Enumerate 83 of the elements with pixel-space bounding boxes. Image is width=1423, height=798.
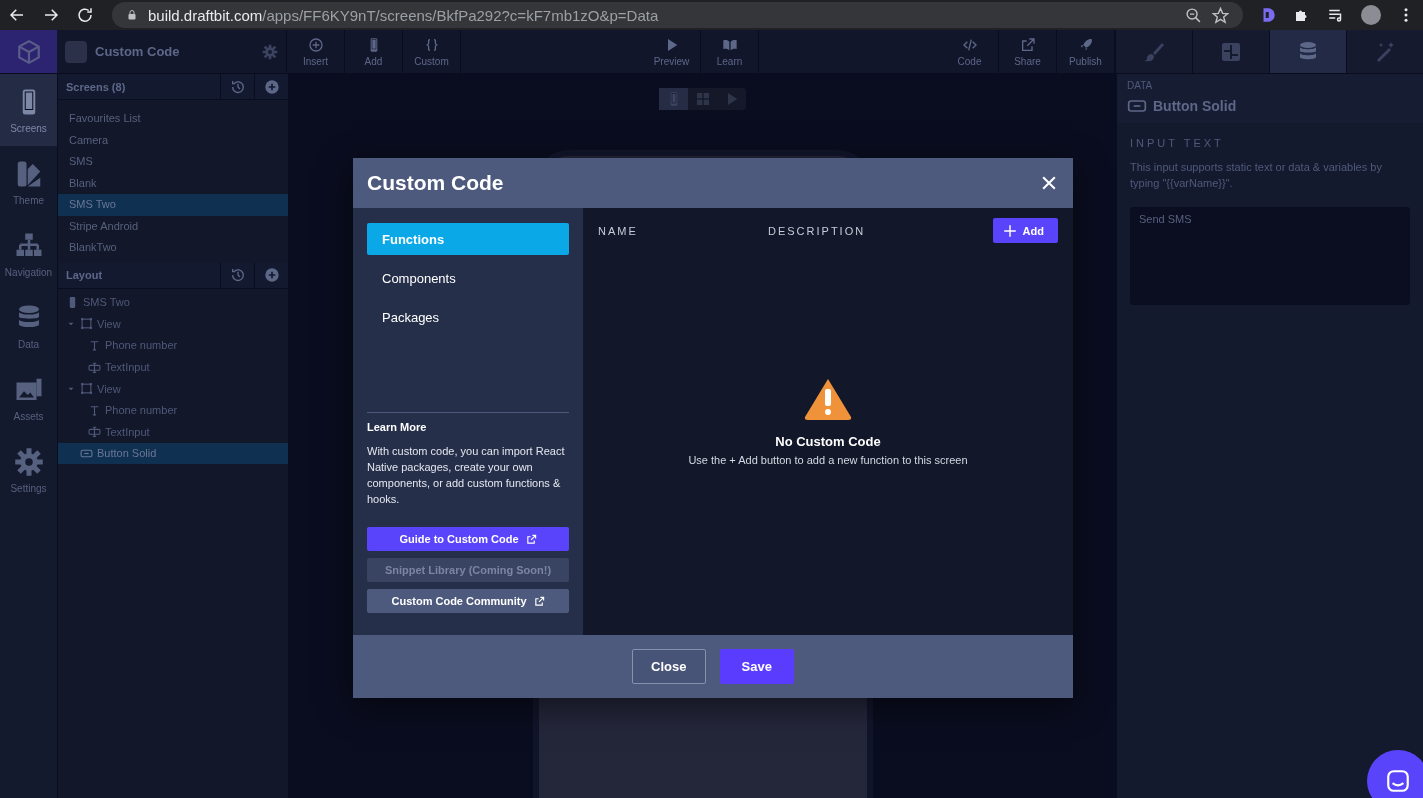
- save-button[interactable]: Save: [719, 649, 794, 684]
- cube-icon: [15, 38, 42, 65]
- nav-item[interactable]: Components: [367, 262, 569, 294]
- grid-icon: [694, 91, 711, 107]
- panel-title: Layout: [65, 269, 103, 281]
- input-field[interactable]: Send SMS: [1130, 207, 1410, 305]
- toolbar-button[interactable]: Learn: [701, 30, 759, 73]
- section-label: DATA: [1127, 80, 1154, 91]
- layer-item[interactable]: SMS Two: [58, 291, 288, 314]
- add-icon[interactable]: [263, 78, 280, 95]
- empty-state-text: Use the + Add button to add a new function to this screen: [688, 454, 968, 466]
- toolbar-button[interactable]: Insert: [287, 30, 345, 73]
- layer-item[interactable]: TextInput: [58, 356, 288, 378]
- toolbar-button[interactable]: Add: [345, 30, 403, 73]
- modal-title: Custom Code: [367, 171, 504, 195]
- avatar[interactable]: [1361, 5, 1381, 25]
- forward-icon[interactable]: [42, 6, 60, 24]
- screen-item[interactable]: Camera: [58, 129, 288, 151]
- settings-icon: [13, 446, 44, 477]
- text-input-icon: [88, 360, 101, 374]
- bookmark-star-icon[interactable]: [1212, 6, 1229, 24]
- help-text: This input supports static text or data & variables by typing "{{varName}}".: [1130, 160, 1383, 191]
- close-button[interactable]: Close: [632, 649, 706, 684]
- reload-icon[interactable]: [76, 6, 94, 24]
- add-button[interactable]: Add: [992, 218, 1058, 243]
- layer-item[interactable]: View: [58, 313, 288, 335]
- sidebar-item[interactable]: Data: [0, 290, 57, 362]
- component-title: Button Solid: [1153, 98, 1237, 114]
- zoom-out-icon[interactable]: [1185, 6, 1202, 24]
- link-button[interactable]: Guide to Custom Code: [367, 527, 569, 551]
- toolbar-button[interactable]: Custom: [403, 30, 461, 73]
- nav-item[interactable]: Functions: [367, 223, 569, 255]
- frame-icon: [80, 317, 93, 331]
- toolbar-button[interactable]: Preview: [643, 30, 701, 73]
- screen-item[interactable]: BlankTwo: [58, 237, 288, 259]
- learn-more-text: With custom code, you can import React Native packages, create your own components, or add custom functions & hooks.: [367, 444, 566, 507]
- external-link-icon: [525, 533, 537, 545]
- panel-tab[interactable]: [1269, 30, 1346, 73]
- toolbar-button[interactable]: Code: [941, 30, 999, 73]
- text-input-icon: [88, 425, 101, 439]
- plus-circle-icon: [307, 36, 324, 53]
- layer-item[interactable]: Button Solid: [58, 442, 288, 465]
- share-icon: [1019, 36, 1036, 53]
- panel-title: Screens (8): [65, 80, 126, 93]
- nav-item[interactable]: Packages: [367, 301, 569, 333]
- address-bar[interactable]: build.draftbit.com/apps/FF6KY9nT/screens/BkfPa292?c=kF7mb1zO&p=Data: [112, 2, 1243, 28]
- screen-item[interactable]: Favourites List: [58, 108, 288, 130]
- logo-tile[interactable]: [0, 30, 57, 73]
- layer-item[interactable]: TextInput: [58, 421, 288, 443]
- screen-item[interactable]: SMS Two: [58, 194, 288, 216]
- project-avatar: [65, 40, 87, 63]
- link-button[interactable]: Custom Code Community: [367, 589, 569, 613]
- screen-item[interactable]: Stripe Android: [58, 215, 288, 237]
- screen-item[interactable]: SMS: [58, 151, 288, 173]
- layer-item[interactable]: View: [58, 377, 288, 400]
- add-icon[interactable]: [263, 267, 280, 283]
- empty-state-title: No Custom Code: [775, 434, 881, 449]
- sidebar-item[interactable]: Screens: [0, 74, 57, 146]
- settings-icon[interactable]: [262, 43, 278, 60]
- layer-item[interactable]: Phone number: [58, 399, 288, 422]
- warning-icon: [803, 377, 853, 421]
- field-label: INPUT TEXT: [1130, 137, 1225, 149]
- history-icon[interactable]: [229, 267, 246, 283]
- frame-icon: [80, 382, 93, 396]
- url-text: build.draftbit.com/apps/FF6KY9nT/screens/BkfPa292?c=kF7mb1zO&p=Data: [148, 6, 659, 24]
- sidebar-item[interactable]: Theme: [0, 146, 57, 218]
- lock-icon: [126, 9, 138, 21]
- toolbar-button[interactable]: Share: [999, 30, 1057, 73]
- learn-more-title: Learn More: [367, 421, 428, 433]
- column-header: DESCRIPTION: [768, 224, 866, 237]
- screen-item[interactable]: Blank: [58, 172, 288, 194]
- layer-item[interactable]: Phone number: [58, 334, 288, 357]
- column-header: NAME: [598, 224, 639, 237]
- sidebar-item[interactable]: Navigation: [0, 218, 57, 290]
- sidebar-item[interactable]: Assets: [0, 362, 57, 434]
- project-title: Custom Code: [95, 44, 180, 59]
- sidebar-item[interactable]: Settings: [0, 434, 57, 506]
- text-icon: [88, 403, 101, 417]
- panel-tab[interactable]: [1192, 30, 1269, 73]
- back-icon[interactable]: [8, 6, 26, 24]
- history-icon[interactable]: [229, 78, 246, 95]
- text-icon: [88, 339, 101, 352]
- external-link-icon: [533, 595, 545, 607]
